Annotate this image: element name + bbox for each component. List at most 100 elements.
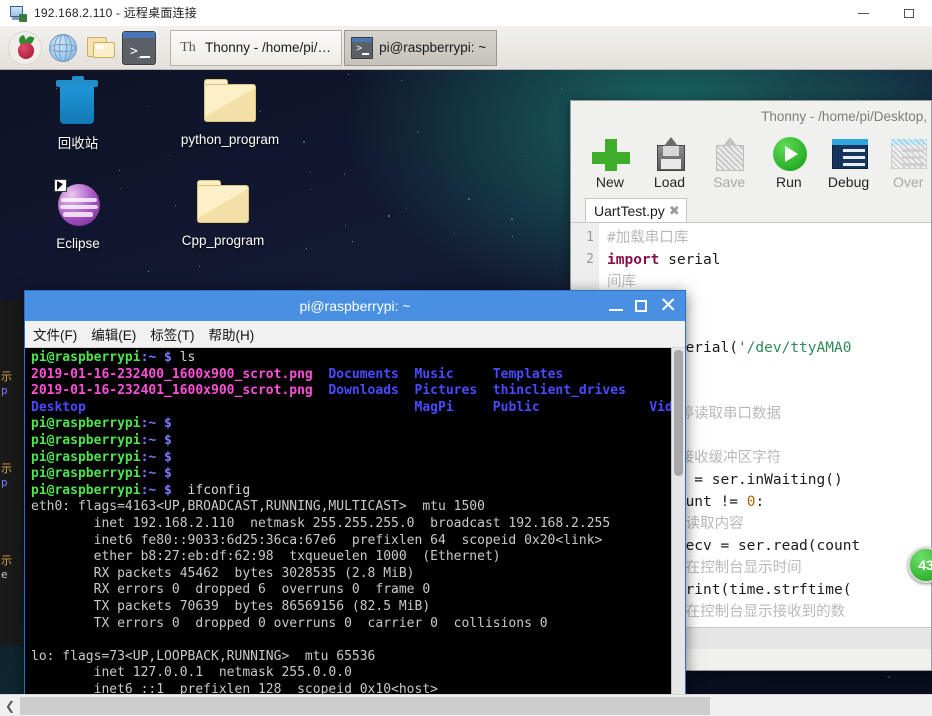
terminal-body[interactable]: pi@raspberrypi:~ $ ls 2019-01-16-232400_1…	[25, 348, 685, 695]
code-token: 间库	[607, 274, 636, 290]
bg-fragment: 示	[1, 462, 12, 475]
floppy-save-icon	[706, 135, 752, 173]
desktop-icon-trash[interactable]: 回收站	[23, 76, 133, 152]
directory-entry: Desktop	[31, 399, 329, 415]
rdp-horizontal-scrollbar[interactable]: ❮	[0, 694, 932, 716]
terminal-line: RX packets 45462 bytes 3028535 (2.8 MiB)	[31, 566, 671, 583]
desktop-icon-cpp-program[interactable]: Cpp_program	[168, 175, 278, 249]
new-button[interactable]: New	[587, 131, 633, 190]
web-browser-icon[interactable]	[46, 31, 80, 65]
terminal-line: pi@raspberrypi:~ $	[31, 433, 671, 450]
play-icon	[766, 135, 812, 173]
prompt-user: pi@raspberrypi	[31, 466, 141, 482]
taskbar-item-thonny[interactable]: Th Thonny - /home/pi/…	[170, 29, 343, 66]
terminal-line: inet6 fe80::9033:6d25:36ca:67e6 prefixle…	[31, 533, 671, 550]
raspbian-taskbar: >_ Th Thonny - /home/pi/… >_ pi@raspberr…	[0, 26, 932, 70]
run-button-label: Run	[776, 174, 802, 190]
menu-tabs[interactable]: 标签(T)	[150, 324, 194, 344]
background-window-sliver[interactable]: 示 p 示 p 示 e	[0, 300, 22, 646]
over-button: Over	[885, 131, 931, 190]
eclipse-icon	[46, 178, 110, 234]
terminal-line	[31, 632, 671, 649]
rdp-window-controls	[840, 0, 932, 26]
prompt-path: :~	[140, 466, 157, 482]
thonny-title-text: Thonny - /home/pi/Desktop,	[761, 108, 927, 124]
menu-edit[interactable]: 编辑(E)	[91, 324, 136, 344]
directory-entry: Documents	[328, 366, 415, 382]
run-button[interactable]: Run	[766, 131, 812, 190]
scrollbar-track[interactable]	[20, 696, 932, 716]
thonny-toolbar: New Load Save Run Debug Over	[571, 131, 931, 197]
terminal-output-line: inet6 fe80::9033:6d25:36ca:67e6 prefixle…	[31, 532, 603, 548]
code-token: :	[755, 494, 765, 510]
directory-entry: Downloads	[328, 383, 415, 399]
terminal-line: inet 192.168.2.110 netmask 255.255.255.0…	[31, 516, 671, 533]
step-over-icon	[885, 135, 931, 173]
scrollbar-thumb[interactable]	[20, 696, 710, 715]
terminal-icon[interactable]: >_	[122, 30, 156, 65]
thonny-icon: Th	[180, 39, 196, 55]
code-line: import serial	[607, 249, 931, 271]
prompt-symbol: $	[156, 466, 172, 482]
close-button[interactable]: ✕	[659, 295, 677, 316]
desktop-icon-eclipse[interactable]: Eclipse	[23, 178, 133, 252]
menu-help[interactable]: 帮助(H)	[209, 324, 255, 344]
bg-fragment: p	[1, 384, 8, 397]
line-number: 1	[586, 230, 594, 245]
terminal-command: ls	[171, 350, 196, 365]
scrollbar-thumb[interactable]	[674, 350, 683, 476]
minimize-button[interactable]	[609, 301, 624, 311]
desktop-icon-python-program[interactable]: python_program	[175, 74, 285, 148]
rdp-minimize-button[interactable]	[840, 0, 886, 26]
directory-entry: MagPi	[414, 399, 493, 415]
new-button-label: New	[595, 174, 624, 190]
screenshot-root: 192.168.2.110 - 远程桌面连接 >_ Th Thonny - /h…	[0, 0, 932, 716]
terminal-line: pi@raspberrypi:~ $ ls	[31, 350, 671, 367]
terminal-titlebar: pi@raspberrypi: ~ ✕	[25, 291, 685, 321]
scroll-left-arrow-icon[interactable]: ❮	[0, 696, 20, 716]
taskbar-item-terminal[interactable]: >_ pi@raspberrypi: ~	[344, 29, 498, 66]
terminal-window[interactable]: pi@raspberrypi: ~ ✕ 文件(F) 编辑(E) 标签(T) 帮助…	[24, 290, 686, 696]
terminal-output-line: lo: flags=73<UP,LOOPBACK,RUNNING> mtu 65…	[31, 648, 376, 664]
plus-icon	[587, 135, 633, 173]
directory-entry: 2019-01-16-232400_1600x900_scrot.png	[31, 366, 329, 382]
taskbar-item-terminal-label: pi@raspberrypi: ~	[379, 40, 487, 55]
rdp-restore-button[interactable]	[886, 0, 932, 26]
terminal-icon: >_	[351, 36, 374, 59]
load-button[interactable]: Load	[647, 131, 693, 190]
debug-icon	[826, 135, 872, 173]
folder-icon	[191, 175, 255, 231]
floppy-load-icon	[647, 135, 693, 173]
prompt-symbol: $	[156, 416, 172, 432]
desktop-icon-label: python_program	[180, 132, 280, 147]
close-icon[interactable]: ✖	[669, 203, 680, 219]
prompt-path: :~	[140, 432, 157, 448]
terminal-output[interactable]: pi@raspberrypi:~ $ ls 2019-01-16-232400_1…	[25, 348, 671, 695]
terminal-scrollbar[interactable]	[671, 348, 685, 695]
debug-button-label: Debug	[827, 174, 870, 190]
prompt-symbol: $	[156, 350, 172, 365]
terminal-command: ifconfig	[171, 482, 251, 498]
terminal-line: pi@raspberrypi:~ $	[31, 466, 671, 483]
save-button: Save	[706, 131, 752, 190]
raspberry-menu-icon[interactable]	[8, 30, 42, 65]
terminal-line: eth0: flags=4163<UP,BROADCAST,RUNNING,MU…	[31, 499, 671, 516]
debug-button[interactable]: Debug	[826, 131, 872, 190]
bg-fragment: 示	[1, 554, 12, 567]
bg-fragment: e	[1, 568, 8, 581]
terminal-line: lo: flags=73<UP,LOOPBACK,RUNNING> mtu 65…	[31, 649, 671, 666]
desktop-icon-label: 回收站	[57, 136, 99, 151]
thonny-tabstrip: UartTest.py ✖	[571, 197, 931, 223]
terminal-line: inet 127.0.0.1 netmask 255.0.0.0	[31, 665, 671, 682]
menu-file[interactable]: 文件(F)	[33, 324, 77, 344]
tab-uarttest-py[interactable]: UartTest.py ✖	[585, 198, 687, 222]
bg-fragment: 示	[1, 370, 12, 383]
terminal-line: RX errors 0 dropped 6 overruns 0 frame 0	[31, 582, 671, 599]
terminal-line: pi@raspberrypi:~ $ ifconfig	[31, 483, 671, 500]
file-manager-icon[interactable]	[84, 31, 118, 65]
terminal-line: TX errors 0 dropped 0 overruns 0 carrier…	[31, 616, 671, 633]
terminal-window-controls: ✕	[609, 291, 677, 321]
maximize-button[interactable]	[635, 300, 648, 312]
rdp-titlebar: 192.168.2.110 - 远程桌面连接	[0, 0, 932, 26]
prompt-path: :~	[140, 449, 157, 465]
